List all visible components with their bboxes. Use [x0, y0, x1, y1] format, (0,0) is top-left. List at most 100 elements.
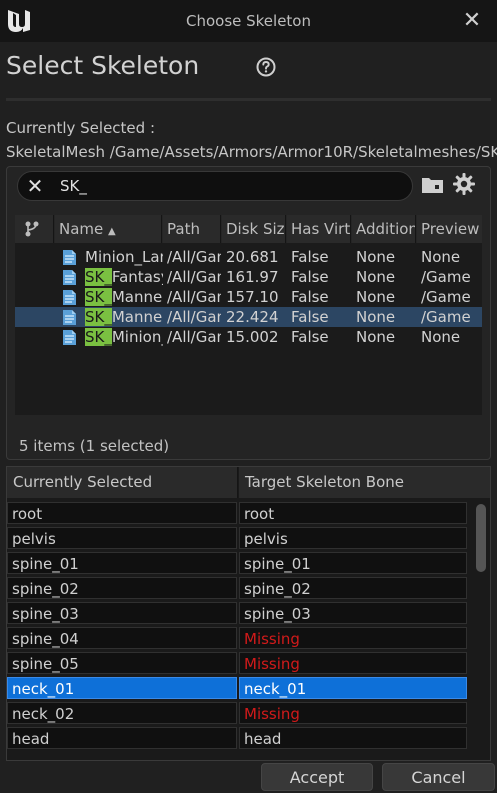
asset-disk-size: 157.10 — [226, 288, 279, 306]
asset-name: SK_Mannequin_Female — [85, 308, 163, 326]
asset-disk-size: 15.002 — [226, 328, 279, 346]
bone-row[interactable]: spine_03 spine_03 — [7, 602, 469, 624]
skeleton-asset-icon — [63, 290, 76, 305]
current-bone: neck_01 — [7, 677, 237, 699]
column-header-virtual-bones[interactable]: Has Virtual Bones — [287, 215, 351, 243]
window-title: Choose Skeleton — [185, 12, 311, 30]
gear-icon[interactable] — [452, 172, 476, 196]
divider — [6, 98, 491, 101]
target-bone: spine_02 — [239, 577, 467, 599]
search-box[interactable]: ✕ — [17, 171, 413, 201]
asset-disk-size: 20.681 — [226, 248, 279, 266]
table-row[interactable]: SK_FantasyHero /All/Game 161.97 False No… — [15, 267, 482, 287]
asset-disk-size: 161.97 — [226, 268, 279, 286]
asset-path: /All/Game — [167, 268, 221, 286]
target-bone: neck_01 — [239, 677, 467, 699]
skeleton-asset-icon — [63, 330, 76, 345]
dialog-content: Select Skeleton Currently Selected : Ske… — [0, 42, 497, 793]
asset-virtual-bones: False — [291, 288, 329, 306]
skeleton-asset-icon — [63, 270, 76, 285]
bone-row[interactable]: pelvis pelvis — [7, 527, 469, 549]
current-bone: root — [7, 502, 237, 524]
asset-additional: None — [356, 268, 396, 286]
asset-path: /All/Game — [167, 328, 221, 346]
target-bone: pelvis — [239, 527, 467, 549]
bone-row[interactable]: neck_02 Missing — [7, 702, 469, 724]
asset-path: /All/Game — [167, 308, 221, 326]
search-input[interactable] — [60, 175, 400, 197]
asset-disk-size: 22.424 — [226, 308, 279, 326]
column-header-target-bone[interactable]: Target Skeleton Bone — [239, 467, 490, 498]
bone-row[interactable]: root root — [7, 502, 469, 524]
bone-row[interactable]: spine_01 spine_01 — [7, 552, 469, 574]
bone-row[interactable]: head head — [7, 727, 469, 749]
current-bone: pelvis — [7, 527, 237, 549]
target-bone: spine_03 — [239, 602, 467, 624]
asset-preview: None — [421, 328, 461, 346]
bone-row[interactable]: spine_04 Missing — [7, 627, 469, 649]
asset-virtual-bones: False — [291, 308, 329, 326]
column-header-disk-size[interactable]: Disk Size — [222, 215, 286, 243]
accept-button[interactable]: Accept — [261, 763, 373, 791]
current-bone: spine_05 — [7, 652, 237, 674]
column-header-preview[interactable]: Preview — [417, 215, 482, 243]
table-header: Name ▲ Path Disk Size Has Virtual Bones … — [15, 215, 482, 243]
target-bone-missing: Missing — [239, 652, 467, 674]
scrollbar[interactable] — [476, 504, 486, 572]
column-header-currently-selected[interactable]: Currently Selected — [7, 467, 238, 498]
bone-mapping-table: Currently Selected Target Skeleton Bone … — [6, 466, 491, 761]
column-header-name[interactable]: Name ▲ — [55, 215, 162, 243]
currently-selected-path: SkeletalMesh /Game/Assets/Armors/Armor10… — [6, 143, 497, 161]
bone-row[interactable]: spine_02 spine_02 — [7, 577, 469, 599]
asset-picker: ✕ SK_ Name ▲ Path Disk Siz Has Virt Addi… — [6, 166, 491, 460]
close-icon[interactable]: ✕ — [461, 8, 483, 34]
items-count: 5 items (1 selected) — [19, 437, 170, 455]
asset-preview: /Game — [421, 268, 471, 286]
target-bone: spine_01 — [239, 552, 467, 574]
asset-additional: None — [356, 328, 396, 346]
target-bone: root — [239, 502, 467, 524]
tree-toggle-icon[interactable] — [15, 215, 54, 243]
bone-row[interactable]: spine_05 Missing — [7, 652, 469, 674]
sort-ascending-icon: ▲ — [108, 226, 116, 237]
asset-table: Name ▲ Path Disk Size Has Virtual Bones … — [15, 215, 482, 415]
asset-name: Minion_Lane_Core — [85, 248, 163, 266]
current-bone: spine_03 — [7, 602, 237, 624]
table-row[interactable]: Minion_Lane_Core /All/Game 20.681 False … — [15, 247, 482, 267]
asset-additional: None — [356, 308, 396, 326]
table-row[interactable]: SK_Mannequin /All/Game 157.10 False None… — [15, 287, 482, 307]
asset-path: /All/Game — [167, 248, 221, 266]
asset-additional: None — [356, 248, 396, 266]
current-bone: head — [7, 727, 237, 749]
folder-filter-icon[interactable] — [421, 175, 445, 195]
asset-additional: None — [356, 288, 396, 306]
title-bar: Choose Skeleton ✕ — [0, 0, 497, 42]
current-bone: neck_02 — [7, 702, 237, 724]
asset-path: /All/Game — [167, 288, 221, 306]
cancel-button[interactable]: Cancel — [382, 763, 495, 791]
asset-preview: None — [421, 248, 461, 266]
currently-selected-label: Currently Selected : — [6, 119, 155, 137]
asset-name: SK_Minion_Lane — [85, 328, 163, 346]
current-bone: spine_01 — [7, 552, 237, 574]
asset-virtual-bones: False — [291, 268, 329, 286]
target-bone-missing: Missing — [239, 702, 467, 724]
table-row-selected[interactable]: SK_Mannequin_Female /All/Game 22.424 Fal… — [15, 307, 482, 327]
current-bone: spine_02 — [7, 577, 237, 599]
asset-virtual-bones: False — [291, 248, 329, 266]
help-icon[interactable] — [256, 57, 276, 77]
clear-search-icon[interactable]: ✕ — [24, 175, 46, 197]
asset-preview: /Game — [421, 308, 471, 326]
asset-preview: /Game — [421, 288, 471, 306]
target-bone-missing: Missing — [239, 627, 467, 649]
asset-name: SK_FantasyHero — [85, 268, 163, 286]
asset-name: SK_Mannequin — [85, 288, 163, 306]
skeleton-asset-icon — [63, 250, 76, 265]
column-header-additional[interactable]: Additional — [352, 215, 416, 243]
column-header-path[interactable]: Path — [163, 215, 221, 243]
page-title: Select Skeleton — [6, 51, 200, 80]
table-row[interactable]: SK_Minion_Lane /All/Game 15.002 False No… — [15, 327, 482, 347]
bone-row-selected[interactable]: neck_01 neck_01 — [7, 677, 469, 699]
target-bone: head — [239, 727, 467, 749]
skeleton-asset-icon — [63, 310, 76, 325]
